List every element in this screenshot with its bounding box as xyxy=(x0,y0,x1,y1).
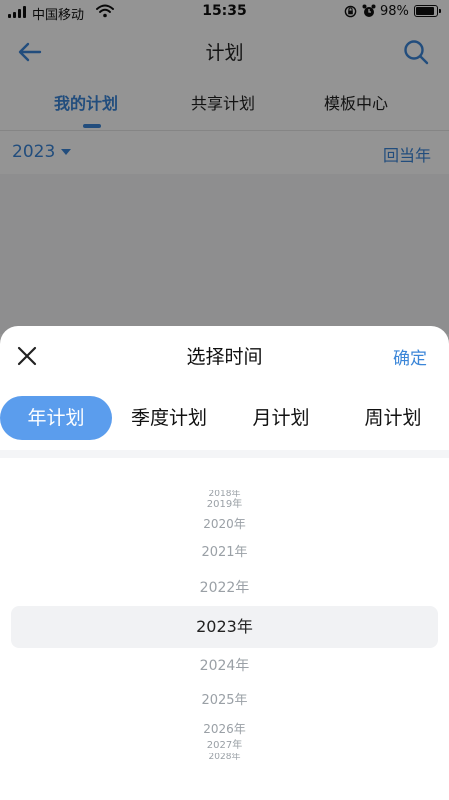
segment-week-plan[interactable]: 周计划 xyxy=(337,396,449,440)
picker-item[interactable]: 2028年 xyxy=(0,753,449,761)
picker-item[interactable]: 2019年 xyxy=(0,499,449,511)
segment-year-plan[interactable]: 年计划 xyxy=(0,396,112,440)
picker-item[interactable]: 2024年 xyxy=(0,656,449,676)
picker-item[interactable]: 2020年 xyxy=(0,516,449,532)
picker-item[interactable]: 2026年 xyxy=(0,721,449,737)
plan-type-segment: 年计划 季度计划 月计划 周计划 xyxy=(0,396,449,442)
time-picker-sheet: 选择时间 确定 年计划 季度计划 月计划 周计划 2018年 2019年 202… xyxy=(0,326,449,800)
picker-item[interactable]: 2027年 xyxy=(0,740,449,752)
year-picker-wheel[interactable]: 2018年 2019年 2020年 2021年 2022年 2023年 2024… xyxy=(0,486,449,766)
sheet-title: 选择时间 xyxy=(186,346,263,368)
segment-month-plan[interactable]: 月计划 xyxy=(225,396,337,440)
picker-item[interactable]: 2021年 xyxy=(0,544,449,562)
confirm-button[interactable]: 确定 xyxy=(393,344,427,369)
picker-item[interactable]: 2018年 xyxy=(0,490,449,498)
segment-quarter-plan[interactable]: 季度计划 xyxy=(113,396,225,440)
divider xyxy=(0,450,449,458)
picker-item[interactable]: 2022年 xyxy=(0,578,449,598)
picker-item-selected[interactable]: 2023年 xyxy=(0,617,449,637)
picker-item[interactable]: 2025年 xyxy=(0,692,449,710)
